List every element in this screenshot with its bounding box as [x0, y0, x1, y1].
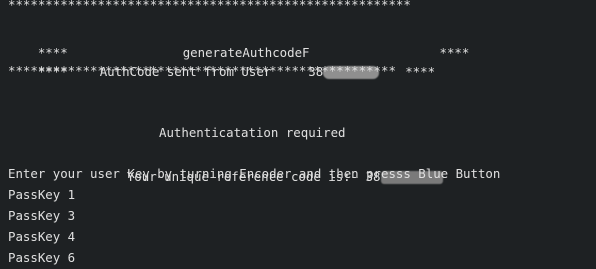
- passkey-line-2: PassKey 3: [8, 208, 76, 223]
- title-suffix: ****: [439, 45, 470, 60]
- passkey-line-4: PassKey 6: [8, 250, 76, 265]
- stars-top-line: ****************************************…: [8, 0, 411, 12]
- auth-required-line: Authenticatation required: [159, 125, 346, 140]
- authcode-suffix: ****: [405, 64, 436, 79]
- passkey-line-1: PassKey 1: [8, 187, 76, 202]
- passkey-line-3: PassKey 4: [8, 229, 76, 244]
- stars-bottom-line: ****************************************…: [8, 63, 396, 78]
- instruction-line: Enter your user Key by turning Encoder a…: [8, 166, 501, 181]
- terminal-window[interactable]: ****************************************…: [0, 0, 596, 269]
- authcode-line: **** AuthCode sent from User 38 ****: [8, 39, 435, 79]
